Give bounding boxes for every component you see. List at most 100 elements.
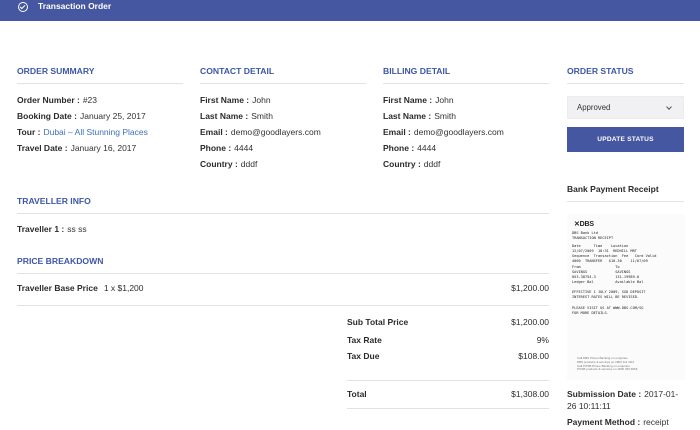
country-value: dddf [423,159,441,169]
update-status-button[interactable]: UPDATE STATUS [567,127,684,152]
billing-country-row: Country : dddf [383,156,440,172]
divider [347,380,549,381]
divider [567,83,684,84]
price-breakdown-title: PRICE BREAKDOWN [17,256,104,266]
total-value: $1,308.00 [511,389,549,399]
chevron-down-icon [666,104,672,110]
billing-detail-title: BILLING DETAIL [383,66,451,76]
receipt-line: FOR MORE DETAILS. [572,311,609,315]
payment-method-label: Payment Method : [567,417,641,427]
order-number-row: Order Number : #23 [17,92,97,108]
receipt-line: From To [572,265,620,269]
payment-method-value: receipt [643,417,669,427]
booking-date-row: Booking Date : January 25, 2017 [17,108,146,124]
receipt-line: PLEASE VISIT US AT WWW.DBS.COM/SG [572,306,644,310]
country-label: Country : [200,159,238,169]
tour-label: Tour : [17,127,41,137]
divider [200,83,366,84]
payment-method-row: Payment Method : receipt [567,416,669,428]
last-name-value: Smith [434,111,456,121]
divider [347,408,549,409]
tax-rate-value: 9% [536,335,549,345]
traveller-value: ss ss [67,224,87,234]
email-label: Email : [383,127,411,137]
travel-date-label: Travel Date : [17,143,68,153]
order-status-title: ORDER STATUS [567,66,634,76]
receipt-footer: Call DBS Phone Banking on enquiries DBS … [577,356,638,372]
booking-date-value: January 25, 2017 [79,111,146,121]
phone-value: 4444 [417,143,437,153]
contact-last-name-row: Last Name : Smith [200,108,273,124]
submission-date-label: Submission Date : [567,389,642,399]
traveller-row: Traveller 1 : ss ss [17,221,87,237]
email-value: demo@goodlayers.com [230,127,321,137]
first-name-value: John [435,95,454,105]
booking-date-label: Booking Date : [17,111,77,121]
contact-first-name-row: First Name : John [200,92,271,108]
tour-row: Tour : Dubai – All Stunning Places [17,124,148,140]
billing-first-name-row: First Name : John [383,92,454,108]
receipt-line: 4060 TRANSFER $10.30 11/07/09 [572,259,648,263]
traveller-info-title: TRAVELLER INFO [17,196,91,206]
country-label: Country : [383,159,421,169]
divider [567,201,684,202]
receipt-image[interactable]: ✕DBS DBS Bank Ltd TRANSACTION RECEIPT Da… [567,214,685,380]
base-price-amount: $1,200.00 [511,283,549,293]
dbs-logo: ✕DBS [574,221,594,228]
receipt-line: 12/07/2009 18:31 REDHILL MRT [572,249,637,253]
email-value: demo@goodlayers.com [413,127,504,137]
receipt-line: Date Time Location [572,244,629,248]
divider [17,83,183,84]
order-summary-title: ORDER SUMMARY [17,66,95,76]
receipt-footer-line: POSB products & services on 1800 339 666… [577,367,638,372]
traveller-label: Traveller 1 : [17,224,65,234]
phone-value: 4444 [234,143,254,153]
country-value: dddf [240,159,258,169]
receipt-line: 053-38754-3 131-19989-0 [572,275,640,279]
receipt-line: SAVINGS SAVINGS [572,270,631,274]
receipt-line: Sequence Transaction Fee Card Valid [572,254,657,258]
travel-date-row: Travel Date : January 16, 2017 [17,140,136,156]
billing-email-row: Email : demo@goodlayers.com [383,124,504,140]
travel-date-value: January 16, 2017 [70,143,137,153]
billing-phone-row: Phone :4444 [383,140,436,156]
first-name-label: First Name : [383,95,433,105]
divider [17,213,549,214]
bank-payment-receipt-title: Bank Payment Receipt [567,184,659,194]
divider [17,273,549,274]
submission-time-value: 26 10:11:11 [567,401,611,411]
phone-label: Phone : [383,143,415,153]
page-title: Transaction Order [38,1,112,11]
submission-time: 26 10:11:11 [567,400,611,412]
first-name-value: John [252,95,271,105]
base-price-row: Traveller Base Price 1 x $1,200 [17,281,144,295]
last-name-value: Smith [251,111,273,121]
order-number-value: #23 [82,95,98,105]
contact-phone-row: Phone :4444 [200,140,253,156]
tour-link[interactable]: Dubai – All Stunning Places [43,127,147,137]
receipt-line: INTEREST RATES WILL BE REVISED. [572,295,640,299]
last-name-label: Last Name : [200,111,249,121]
subtotal-label: Sub Total Price [347,317,409,327]
receipt-line: DBS Bank Ltd [572,231,598,235]
billing-last-name-row: Last Name : Smith [383,108,456,124]
receipt-line: TRANSACTION RECEIPT [572,236,614,240]
submission-date-row: Submission Date :2017-01- [567,388,678,400]
contact-country-row: Country : dddf [200,156,257,172]
email-label: Email : [200,127,228,137]
receipt-line: EFFECTIVE 1 JULY 2009, SGD DEPOSIT [572,290,646,294]
order-status-selected: Approved [577,103,611,112]
phone-label: Phone : [200,143,232,153]
subtotal-value: $1,200.00 [511,317,549,327]
contact-email-row: Email : demo@goodlayers.com [200,124,321,140]
divider [17,305,549,306]
base-price-label: Traveller Base Price [17,283,98,293]
receipt-line: Ledger Bal Available Bal [572,280,644,284]
last-name-label: Last Name : [383,111,432,121]
order-status-select[interactable]: Approved [567,96,684,119]
tax-due-value: $108.00 [518,351,549,361]
order-number-label: Order Number : [17,95,80,105]
submission-date-value: 2017-01- [644,389,679,399]
tax-rate-label: Tax Rate [347,335,382,345]
base-price-qty: 1 x $1,200 [103,283,144,293]
